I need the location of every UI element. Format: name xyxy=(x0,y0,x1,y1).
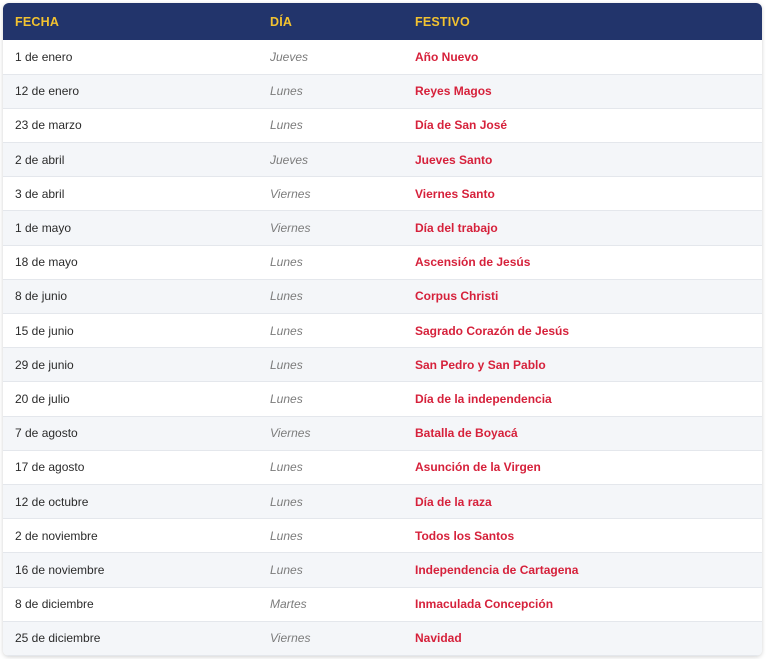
festivo-cell: Corpus Christi xyxy=(415,289,499,304)
festivo-cell: Ascensión de Jesús xyxy=(415,255,531,270)
dia-cell: Martes xyxy=(270,597,307,612)
festivo-cell: Día de San José xyxy=(415,118,508,133)
table-row: 25 de diciembre Viernes Navidad xyxy=(3,621,762,656)
festivo-cell: Jueves Santo xyxy=(415,152,493,167)
table-row: 7 de agosto Viernes Batalla de Boyacá xyxy=(3,416,762,451)
header-fecha: FECHA xyxy=(15,14,60,29)
dia-cell: Lunes xyxy=(270,255,303,270)
table-row: 8 de junio Lunes Corpus Christi xyxy=(3,279,762,314)
festivo-cell: Día de la independencia xyxy=(415,391,552,406)
dia-cell: Viernes xyxy=(270,426,311,441)
dia-cell: Viernes xyxy=(270,631,311,646)
fecha-cell: 1 de mayo xyxy=(15,221,72,236)
festivo-cell: Día del trabajo xyxy=(415,221,498,236)
table-row: 12 de enero Lunes Reyes Magos xyxy=(3,74,762,109)
festivo-cell: Batalla de Boyacá xyxy=(415,426,518,441)
fecha-cell: 23 de marzo xyxy=(15,118,82,133)
header-row: FECHA DÍA FESTIVO xyxy=(3,3,762,40)
table-row: 29 de junio Lunes San Pedro y San Pablo xyxy=(3,347,762,382)
festivo-cell: Inmaculada Concepción xyxy=(415,597,554,612)
festivo-cell: Reyes Magos xyxy=(415,84,492,99)
dia-cell: Viernes xyxy=(270,186,311,201)
fecha-cell: 29 de junio xyxy=(15,357,74,372)
header-festivo: FESTIVO xyxy=(415,14,470,29)
table-row: 2 de abril Jueves Jueves Santo xyxy=(3,142,762,177)
table-row: 1 de mayo Viernes Día del trabajo xyxy=(3,210,762,246)
dia-cell: Lunes xyxy=(270,118,303,133)
dia-cell: Lunes xyxy=(270,357,303,372)
fecha-cell: 7 de agosto xyxy=(15,426,78,441)
table-row: 12 de octubre Lunes Día de la raza xyxy=(3,484,762,519)
festivo-cell: Navidad xyxy=(415,631,462,646)
dia-cell: Lunes xyxy=(270,460,303,475)
dia-cell: Lunes xyxy=(270,391,303,406)
fecha-cell: 17 de agosto xyxy=(15,460,85,475)
fecha-cell: 1 de enero xyxy=(15,49,73,64)
festivo-cell: Asunción de la Virgen xyxy=(415,460,541,475)
festivo-cell: Día de la raza xyxy=(415,494,492,509)
fecha-cell: 16 de noviembre xyxy=(15,562,105,577)
table-row: 1 de enero Jueves Año Nuevo xyxy=(3,40,762,75)
fecha-cell: 12 de enero xyxy=(15,84,80,99)
fecha-cell: 2 de abril xyxy=(15,152,65,167)
table-header: FECHA DÍA FESTIVO xyxy=(3,3,762,40)
table-row: 2 de noviembre Lunes Todos los Santos xyxy=(3,518,762,553)
fecha-cell: 18 de mayo xyxy=(15,255,78,270)
festivo-cell: Sagrado Corazón de Jesús xyxy=(415,323,570,338)
festivo-cell: Año Nuevo xyxy=(415,49,479,64)
holidays-table: FECHA DÍA FESTIVO 1 de enero Jueves Año Nu… xyxy=(3,3,762,656)
fecha-cell: 8 de diciembre xyxy=(15,597,94,612)
table-row: 20 de julio Lunes Día de la independencia xyxy=(3,381,762,417)
festivo-cell: Viernes Santo xyxy=(415,186,495,201)
festivo-cell: Todos los Santos xyxy=(415,528,515,543)
table-body: 1 de enero Jueves Año Nuevo 12 de enero Lune… xyxy=(3,40,762,656)
dia-cell: Lunes xyxy=(270,562,303,577)
fecha-cell: 25 de diciembre xyxy=(15,631,101,646)
table-row: 15 de junio Lunes Sagrado Corazón de Jesús xyxy=(3,313,762,348)
dia-cell: Lunes xyxy=(270,323,303,338)
festivo-cell: Independencia de Cartagena xyxy=(415,562,579,577)
dia-cell: Lunes xyxy=(270,84,303,99)
table-row: 3 de abril Viernes Viernes Santo xyxy=(3,176,762,211)
dia-cell: Viernes xyxy=(270,221,311,236)
festivo-cell: San Pedro y San Pablo xyxy=(415,357,546,372)
fecha-cell: 8 de junio xyxy=(15,289,68,304)
table-row: 23 de marzo Lunes Día de San José xyxy=(3,108,762,143)
dia-cell: Jueves xyxy=(270,49,309,64)
dia-cell: Jueves xyxy=(270,152,309,167)
fecha-cell: 15 de junio xyxy=(15,323,74,338)
fecha-cell: 3 de abril xyxy=(15,186,65,201)
holidays-table-container: FECHA DÍA FESTIVO 1 de enero Jueves Año Nu… xyxy=(3,3,762,656)
fecha-cell: 20 de julio xyxy=(15,391,70,406)
dia-cell: Lunes xyxy=(270,528,303,543)
table-row: 17 de agosto Lunes Asunción de la Virgen xyxy=(3,450,762,485)
table-row: 8 de diciembre Martes Inmaculada Concepció… xyxy=(3,587,762,622)
table-row: 18 de mayo Lunes Ascensión de Jesús xyxy=(3,245,762,280)
dia-cell: Lunes xyxy=(270,289,303,304)
header-dia: DÍA xyxy=(270,14,293,29)
table-row: 16 de noviembre Lunes Independencia de Car… xyxy=(3,552,762,587)
dia-cell: Lunes xyxy=(270,494,303,509)
fecha-cell: 12 de octubre xyxy=(15,494,89,509)
fecha-cell: 2 de noviembre xyxy=(15,528,98,543)
